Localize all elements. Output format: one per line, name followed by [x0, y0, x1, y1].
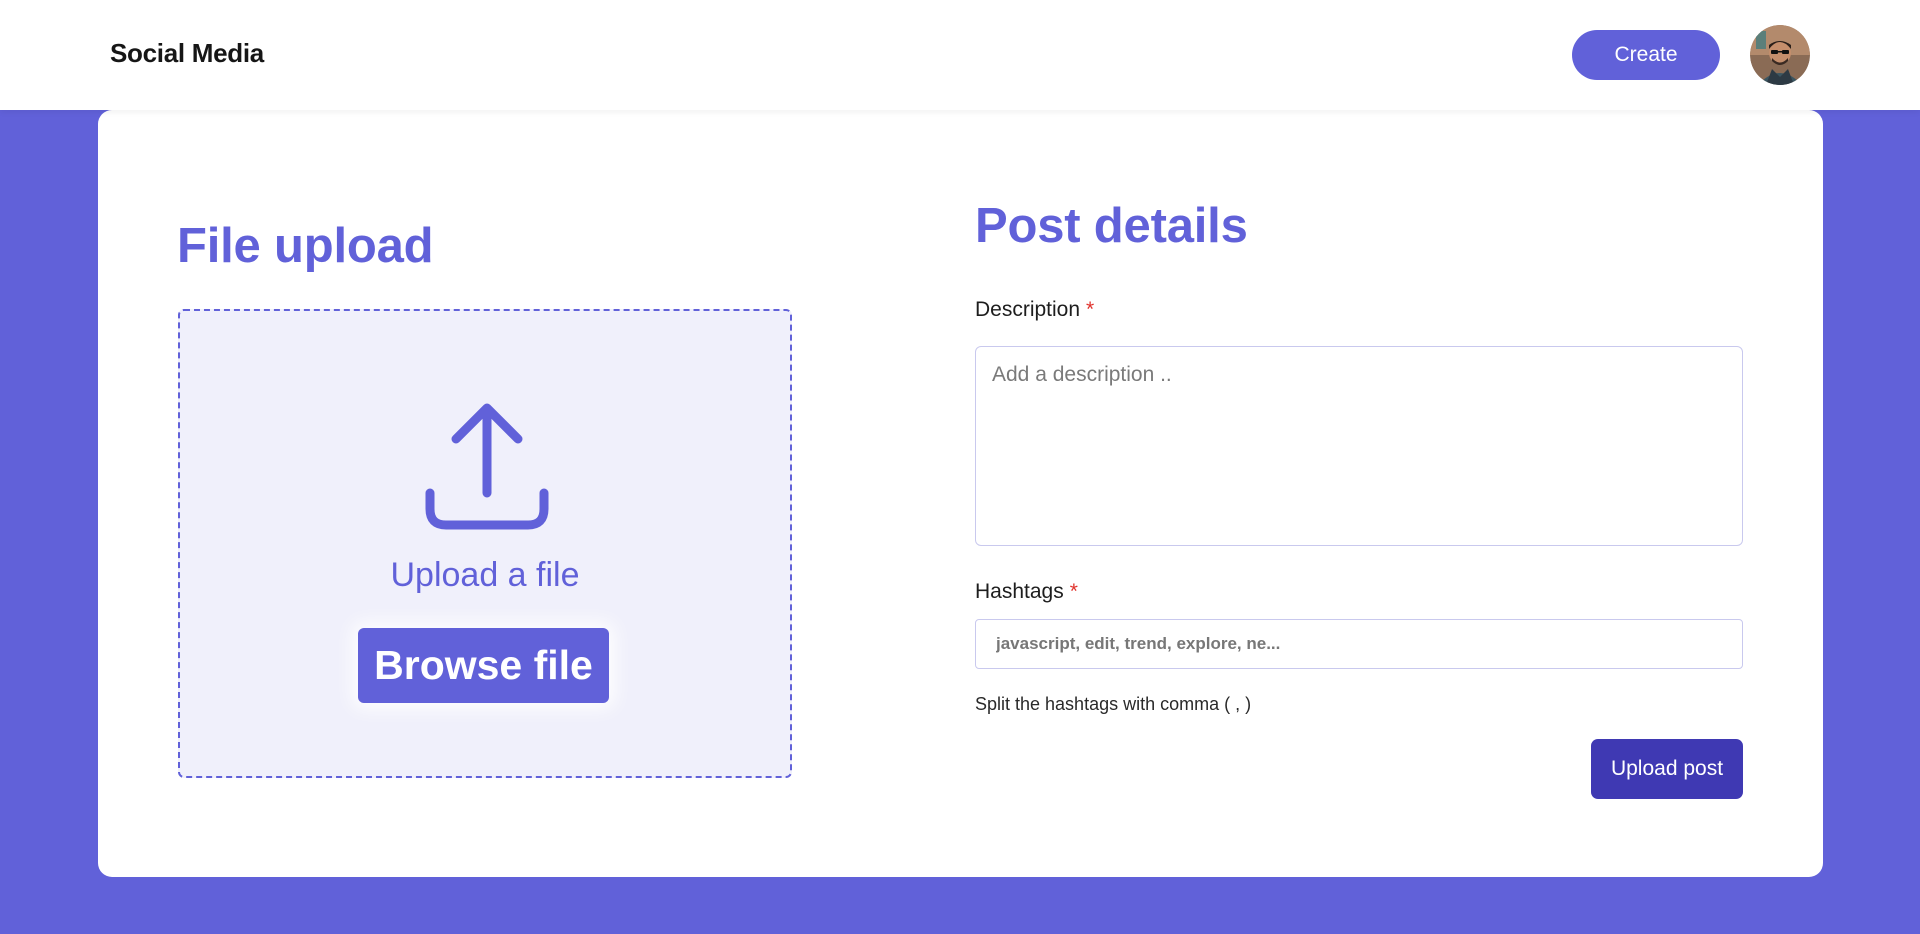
brand-logo-text[interactable]: Social Media	[110, 38, 264, 69]
description-textarea[interactable]	[975, 346, 1743, 546]
description-label: Description *	[975, 298, 1094, 322]
create-post-card: File upload Upload a file Browse file Po…	[98, 110, 1823, 877]
required-asterisk: *	[1069, 580, 1078, 603]
create-button[interactable]: Create	[1572, 30, 1720, 80]
description-label-text: Description	[975, 298, 1081, 321]
upload-file-label: Upload a file	[390, 556, 580, 594]
post-details-title: Post details	[975, 199, 1248, 253]
user-avatar-icon[interactable]	[1750, 25, 1810, 85]
hashtags-label: Hashtags *	[975, 580, 1078, 604]
file-upload-title: File upload	[177, 219, 434, 273]
hashtags-input[interactable]	[975, 619, 1743, 669]
hashtags-hint: Split the hashtags with comma ( , )	[975, 694, 1252, 714]
file-dropzone[interactable]: Upload a file Browse file	[178, 309, 792, 778]
browse-file-button[interactable]: Browse file	[358, 628, 609, 703]
required-asterisk: *	[1086, 298, 1095, 321]
upload-icon	[425, 403, 549, 530]
upload-post-button[interactable]: Upload post	[1591, 739, 1743, 799]
top-navbar: Social Media Create	[0, 0, 1920, 110]
avatar-image	[1750, 25, 1810, 85]
hashtags-label-text: Hashtags	[975, 580, 1064, 603]
